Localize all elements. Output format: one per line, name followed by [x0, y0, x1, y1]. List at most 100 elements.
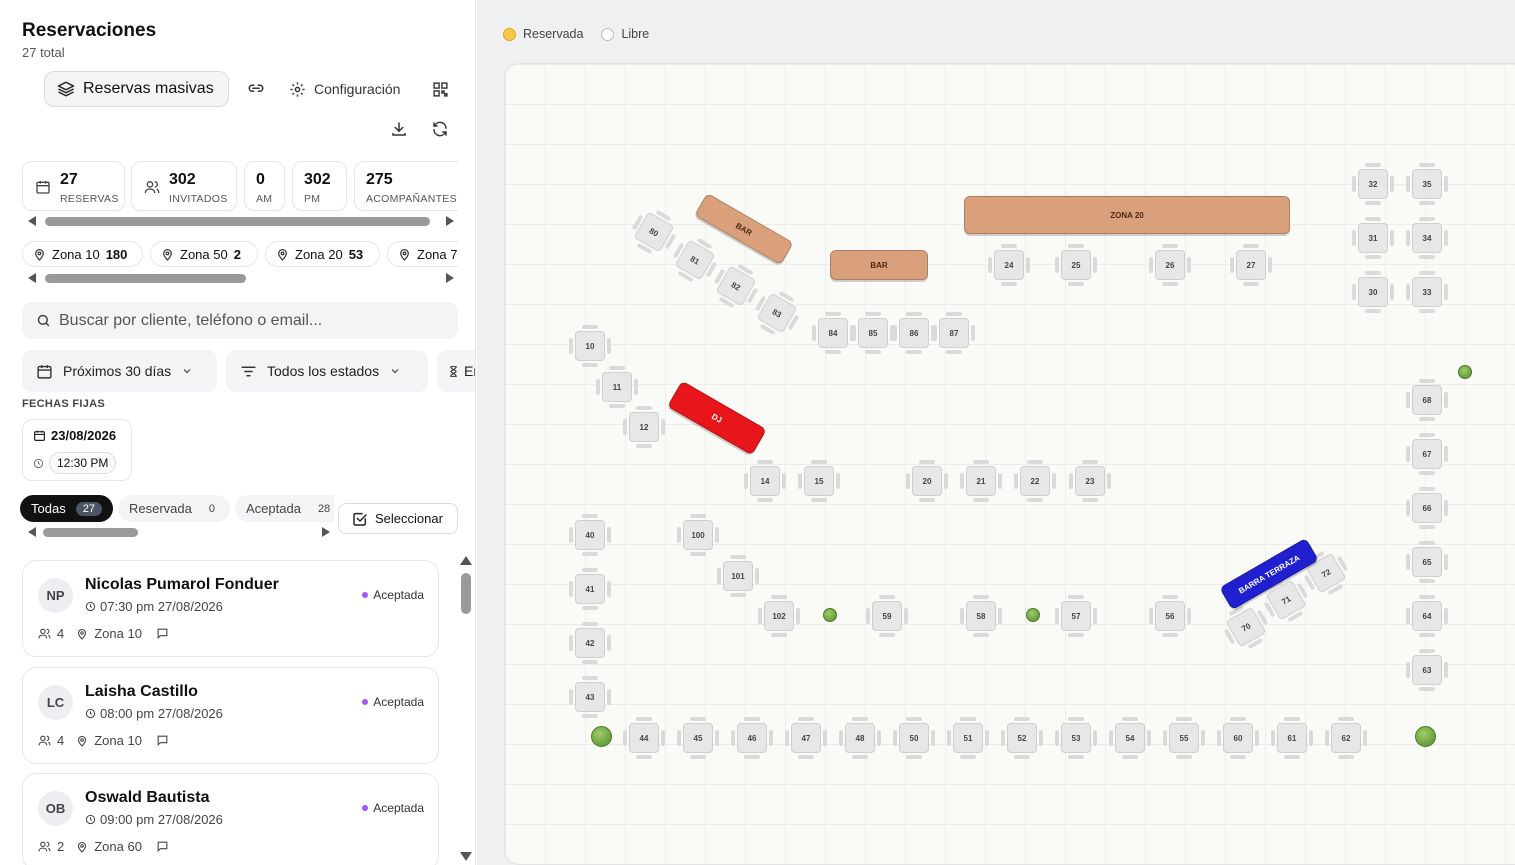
reservation-card[interactable]: LC Laisha Castillo 08:00 pm 27/08/2026 A… — [22, 667, 439, 764]
tab-all[interactable]: Todas 27 — [20, 495, 113, 522]
scroll-right-arrow[interactable] — [446, 216, 454, 226]
table-43[interactable]: 43 — [569, 676, 611, 718]
table-66[interactable]: 66 — [1406, 487, 1448, 529]
table-101[interactable]: 101 — [717, 555, 759, 597]
scroll-left-arrow[interactable] — [28, 527, 36, 537]
zone-chip[interactable]: Zona 10 180 — [22, 241, 143, 267]
tab-accepted[interactable]: Aceptada 28 — [235, 495, 334, 522]
table-80[interactable]: 80 — [631, 209, 677, 255]
table-12[interactable]: 12 — [623, 406, 665, 448]
configuration-button[interactable]: Configuración — [289, 77, 400, 101]
comment-icon[interactable] — [156, 627, 169, 640]
table-56[interactable]: 56 — [1149, 595, 1191, 637]
comment-icon[interactable] — [156, 734, 169, 747]
table-34[interactable]: 34 — [1406, 217, 1448, 259]
table-81[interactable]: 81 — [672, 237, 718, 283]
scroll-left-arrow[interactable] — [28, 216, 36, 226]
select-button[interactable]: Seleccionar — [338, 503, 458, 534]
stats-scrollbar[interactable] — [24, 216, 458, 227]
table-82[interactable]: 82 — [713, 263, 759, 309]
table-10[interactable]: 10 — [569, 325, 611, 367]
table-11[interactable]: 11 — [596, 366, 638, 408]
search-input[interactable] — [59, 311, 449, 330]
zone-chip[interactable]: Zona 50 2 — [150, 241, 258, 267]
table-67[interactable]: 67 — [1406, 433, 1448, 475]
table-100[interactable]: 100 — [677, 514, 719, 556]
table-61[interactable]: 61 — [1271, 717, 1313, 759]
table-26[interactable]: 26 — [1149, 244, 1191, 286]
link-button[interactable] — [244, 77, 268, 101]
table-50[interactable]: 50 — [893, 717, 935, 759]
qr-code-button[interactable] — [428, 77, 452, 101]
bulk-reservations-button[interactable]: Reservas masivas — [44, 71, 229, 107]
table-60[interactable]: 60 — [1217, 717, 1259, 759]
scrollbar-thumb[interactable] — [45, 274, 246, 283]
table-45[interactable]: 45 — [677, 717, 719, 759]
table-63[interactable]: 63 — [1406, 649, 1448, 691]
list-scrollbar[interactable] — [459, 556, 473, 865]
zone-chip[interactable]: Zona 7 — [387, 241, 458, 267]
table-68[interactable]: 68 — [1406, 379, 1448, 421]
table-86[interactable]: 86 — [893, 312, 935, 354]
table-40[interactable]: 40 — [569, 514, 611, 556]
table-32[interactable]: 32 — [1352, 163, 1394, 205]
table-42[interactable]: 42 — [569, 622, 611, 664]
scroll-right-arrow[interactable] — [446, 273, 454, 283]
table-54[interactable]: 54 — [1109, 717, 1151, 759]
table-62[interactable]: 62 — [1325, 717, 1367, 759]
table-23[interactable]: 23 — [1069, 460, 1111, 502]
table-59[interactable]: 59 — [866, 595, 908, 637]
table-87[interactable]: 87 — [933, 312, 975, 354]
table-64[interactable]: 64 — [1406, 595, 1448, 637]
table-22[interactable]: 22 — [1014, 460, 1056, 502]
table-27[interactable]: 27 — [1230, 244, 1272, 286]
table-84[interactable]: 84 — [812, 312, 854, 354]
feature-zona-20[interactable]: ZONA 20 — [964, 196, 1290, 234]
scroll-left-arrow[interactable] — [28, 273, 36, 283]
scroll-right-arrow[interactable] — [322, 527, 330, 537]
table-46[interactable]: 46 — [731, 717, 773, 759]
table-55[interactable]: 55 — [1163, 717, 1205, 759]
table-35[interactable]: 35 — [1406, 163, 1448, 205]
table-70[interactable]: 70 — [1223, 604, 1269, 650]
table-53[interactable]: 53 — [1055, 717, 1097, 759]
scroll-up-arrow[interactable] — [460, 556, 472, 565]
tab-reserved[interactable]: Reservada 0 — [118, 495, 230, 522]
table-15[interactable]: 15 — [798, 460, 840, 502]
table-25[interactable]: 25 — [1055, 244, 1097, 286]
feature-dj[interactable]: DJ — [667, 380, 767, 456]
table-31[interactable]: 31 — [1352, 217, 1394, 259]
scroll-down-arrow[interactable] — [460, 852, 472, 861]
table-30[interactable]: 30 — [1352, 271, 1394, 313]
zone-chip[interactable]: Zona 20 53 — [265, 241, 380, 267]
reservation-card[interactable]: OB Oswald Bautista 09:00 pm 27/08/2026 A… — [22, 773, 439, 865]
table-33[interactable]: 33 — [1406, 271, 1448, 313]
scrollbar-thumb[interactable] — [461, 573, 471, 614]
refresh-button[interactable] — [428, 117, 452, 141]
table-51[interactable]: 51 — [947, 717, 989, 759]
table-57[interactable]: 57 — [1055, 595, 1097, 637]
status-dropdown[interactable]: Todos los estados — [226, 350, 428, 392]
table-20[interactable]: 20 — [906, 460, 948, 502]
table-83[interactable]: 83 — [754, 290, 800, 336]
table-102[interactable]: 102 — [758, 595, 800, 637]
reservation-card[interactable]: NP Nicolas Pumarol Fonduer 07:30 pm 27/0… — [22, 560, 439, 657]
floor-plan-canvas[interactable]: 80 81 82 83 84 85 86 87 24 25 26 27 32 35 31 34 30 33 10 11… — [504, 63, 1515, 865]
table-58[interactable]: 58 — [960, 595, 1002, 637]
table-48[interactable]: 48 — [839, 717, 881, 759]
zones-scrollbar[interactable] — [24, 273, 458, 284]
waiting-filter[interactable]: En esp — [437, 350, 475, 392]
table-85[interactable]: 85 — [852, 312, 894, 354]
download-button[interactable] — [387, 117, 411, 141]
date-range-dropdown[interactable]: Próximos 30 días — [22, 350, 217, 392]
table-21[interactable]: 21 — [960, 460, 1002, 502]
fixed-date-card[interactable]: 23/08/2026 12:30 PM — [22, 419, 132, 481]
table-52[interactable]: 52 — [1001, 717, 1043, 759]
table-65[interactable]: 65 — [1406, 541, 1448, 583]
table-14[interactable]: 14 — [744, 460, 786, 502]
table-24[interactable]: 24 — [988, 244, 1030, 286]
table-41[interactable]: 41 — [569, 568, 611, 610]
comment-icon[interactable] — [156, 840, 169, 853]
tabs-scrollbar[interactable] — [24, 527, 334, 538]
table-47[interactable]: 47 — [785, 717, 827, 759]
